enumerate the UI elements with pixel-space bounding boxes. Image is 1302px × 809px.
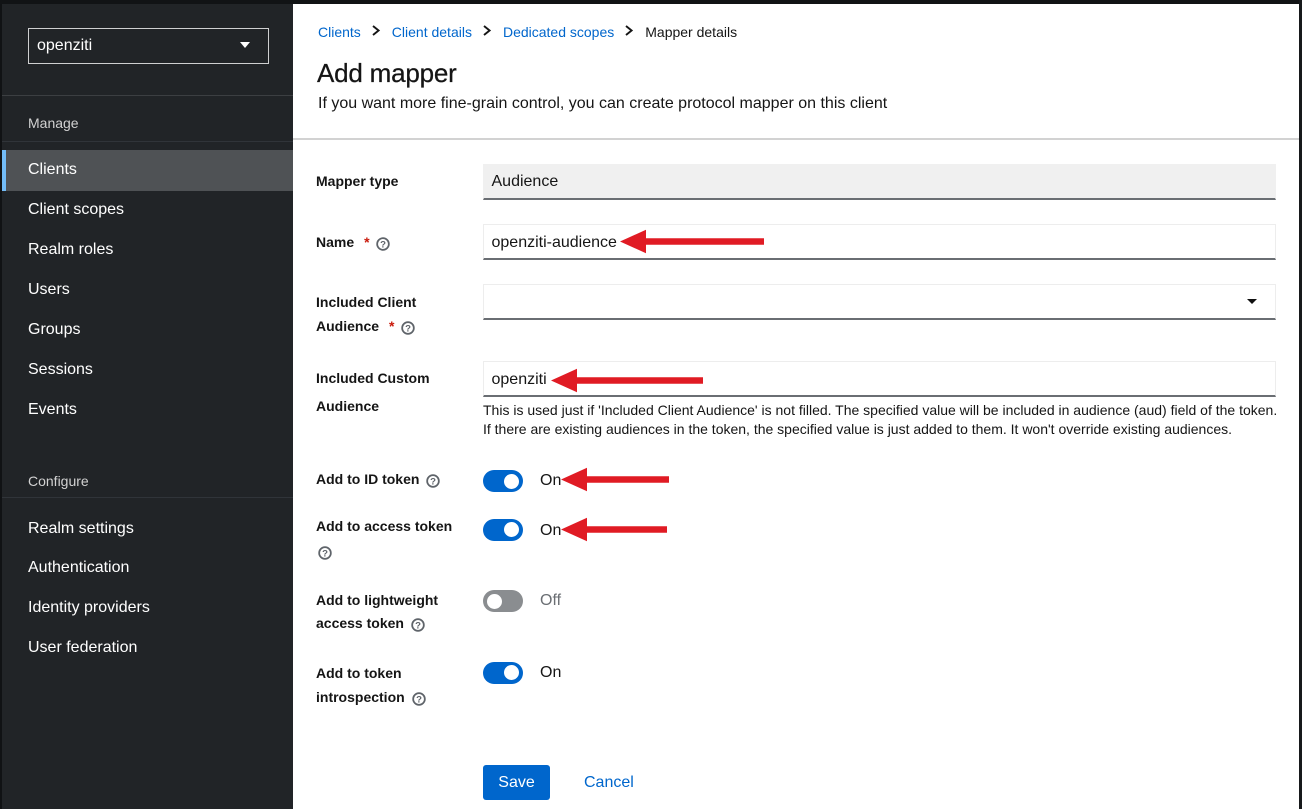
svg-text:?: ? xyxy=(405,323,411,334)
svg-text:?: ? xyxy=(380,239,386,250)
svg-text:?: ? xyxy=(415,620,421,631)
svg-text:?: ? xyxy=(416,694,422,705)
svg-text:?: ? xyxy=(322,548,328,559)
svg-text:?: ? xyxy=(431,476,437,487)
